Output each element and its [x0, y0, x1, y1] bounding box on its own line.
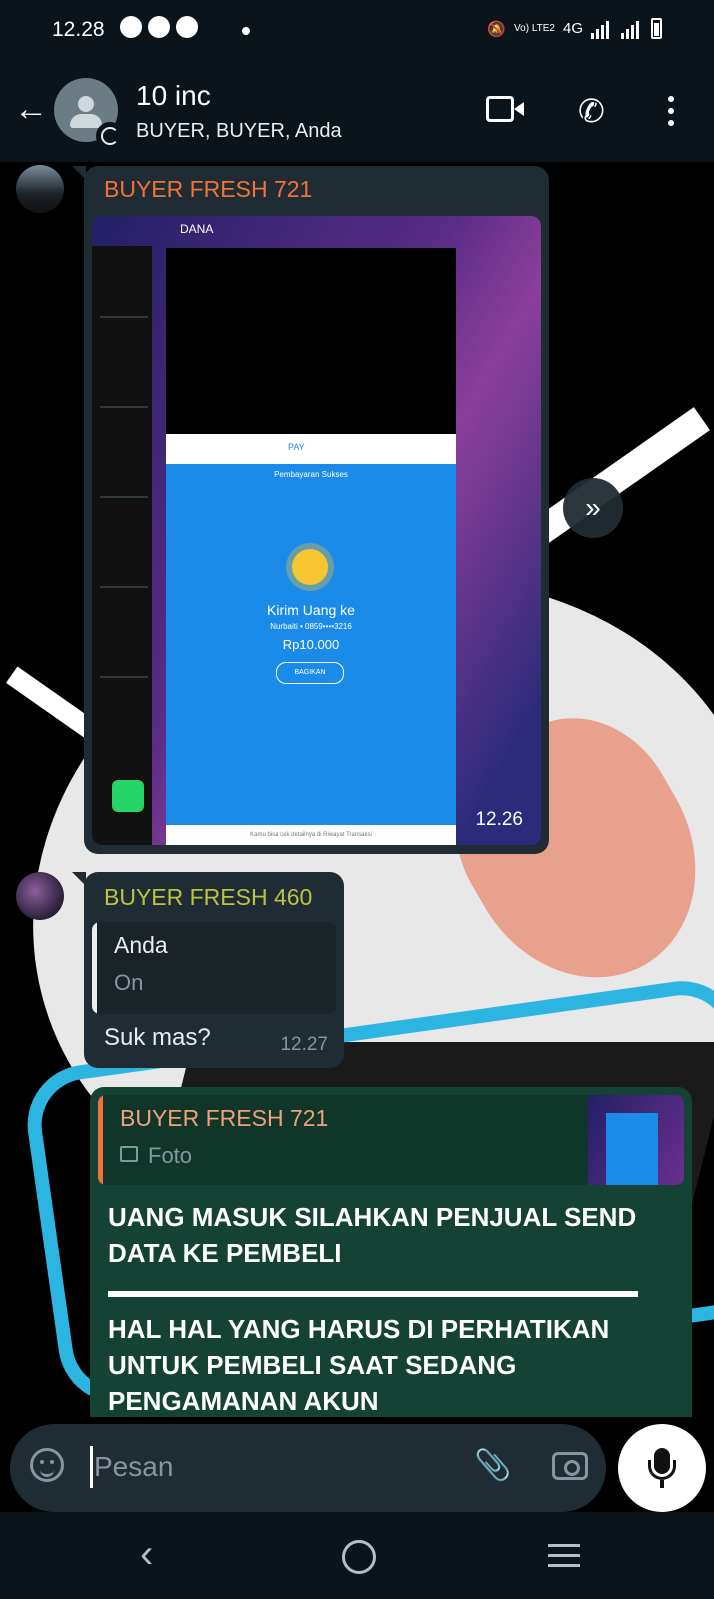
message-time: 12.27	[280, 1034, 328, 1055]
message-composer: 📎	[10, 1424, 606, 1512]
message-bubble-outgoing[interactable]: BUYER FRESH 721 Foto UANG MASUK SILAHKAN…	[90, 1087, 692, 1417]
bubble-tail	[72, 872, 86, 886]
divider	[100, 586, 148, 588]
network-type: 4G	[562, 20, 583, 37]
group-icon-body	[70, 114, 102, 128]
message-text: Suk mas?	[104, 1024, 211, 1051]
sender-name[interactable]: BUYER FRESH 460	[104, 884, 312, 911]
status-time: 12.28	[52, 18, 105, 41]
avatar[interactable]	[16, 165, 64, 213]
message-bubble-incoming[interactable]: BUYER FRESH 460 Anda On Suk mas? 12.27	[72, 872, 344, 1068]
divider	[100, 316, 148, 318]
battery-icon	[651, 18, 662, 39]
nav-home-icon[interactable]	[342, 1540, 376, 1574]
divider	[100, 496, 148, 498]
quoted-sender: BUYER FRESH 721	[120, 1105, 329, 1131]
quoted-text: On	[114, 970, 144, 995]
divider	[100, 676, 148, 678]
group-avatar[interactable]	[54, 78, 124, 150]
notification-icons	[120, 16, 198, 38]
quoted-text: Foto	[148, 1143, 193, 1168]
screenshot-footer: Kamu bisa cek detailnya di Riwayat Trans…	[166, 825, 456, 845]
screenshot-chat-list	[92, 246, 152, 845]
divider	[100, 406, 148, 408]
mute-icon: 🔕	[487, 20, 507, 38]
nav-recents-icon[interactable]	[548, 1544, 580, 1574]
wallpaper-shape	[530, 407, 710, 545]
image-attachment[interactable]: DANA PAY Pembayaran Sukses Kirim Uang ke…	[92, 216, 541, 845]
chat-header: ← 10 inc BUYER, BUYER, Anda ✆	[0, 62, 714, 162]
forward-icon[interactable]: »	[563, 478, 623, 538]
success-badge-icon	[292, 549, 328, 585]
microphone-stand	[648, 1460, 676, 1480]
quoted-image-thumbnail	[588, 1095, 684, 1185]
status-bar: 12.28 🔕 Vo) LTE2 4G	[0, 0, 714, 62]
quoted-sender: Anda	[114, 932, 168, 958]
chat-participants[interactable]: BUYER, BUYER, Anda	[136, 120, 342, 143]
system-nav-bar: ‹	[0, 1512, 714, 1599]
screenshot-share-button: BAGIKAN	[276, 662, 344, 684]
phone-icon[interactable]: ✆	[578, 92, 605, 130]
chat-notification-icon	[148, 16, 170, 38]
camera-icon[interactable]	[552, 1452, 588, 1480]
group-icon	[78, 96, 94, 112]
emoji-icon[interactable]	[30, 1448, 64, 1482]
message-input[interactable]	[92, 1444, 436, 1490]
photo-icon	[120, 1146, 138, 1162]
whatsapp-notification-icon	[120, 16, 142, 38]
signal-2-icon	[621, 19, 643, 39]
screenshot-pay-label: PAY	[288, 442, 305, 452]
thumbnail-content	[606, 1113, 658, 1185]
screenshot-app-label: DANA	[180, 222, 214, 236]
screenshot-heading: Kirim Uang ke	[267, 602, 355, 618]
quoted-message[interactable]: BUYER FRESH 721 Foto	[98, 1095, 684, 1185]
message-bubble-incoming[interactable]: BUYER FRESH 721 DANA PAY Pembayaran Suks…	[72, 166, 549, 854]
quote-bar	[98, 1095, 103, 1185]
message-text: HAL HAL YANG HARUS DI PERHATIKAN UNTUK P…	[108, 1314, 610, 1416]
arrow-left-icon[interactable]: ←	[14, 90, 48, 129]
microphone-stem	[660, 1480, 664, 1488]
screenshot-recipient: Nurbaiti • 0859••••3216	[270, 622, 352, 631]
avatar[interactable]	[16, 872, 64, 920]
video-call-icon[interactable]	[486, 96, 524, 122]
signal-1-icon	[591, 19, 613, 39]
nav-back-icon[interactable]: ‹	[140, 1532, 153, 1577]
message-time: 12.26	[475, 809, 523, 830]
screenshot-header: PAY	[166, 434, 456, 464]
quote-bar	[92, 922, 97, 1014]
message-text: UANG MASUK SILAHKAN PENJUAL SEND DATA KE…	[108, 1202, 637, 1268]
paperclip-icon[interactable]: 📎	[474, 1448, 511, 1483]
disappearing-timer-icon	[96, 122, 124, 150]
voice-message-button[interactable]	[618, 1424, 706, 1512]
sender-name[interactable]: BUYER FRESH 721	[104, 176, 312, 203]
status-right: 🔕 Vo) LTE2 4G	[487, 18, 662, 39]
screenshot-amount: Rp10.000	[282, 637, 340, 652]
screenshot-black-area	[166, 248, 456, 434]
volte-label: Vo) LTE2	[514, 23, 555, 34]
divider	[108, 1291, 638, 1297]
screenshot-payment-sheet: PAY Pembayaran Sukses Kirim Uang ke Nurb…	[166, 434, 456, 845]
business-notification-icon	[176, 16, 198, 38]
screenshot-green-button	[112, 780, 144, 812]
more-notifications-dot-icon	[242, 27, 250, 35]
quoted-message[interactable]: Anda On	[92, 922, 336, 1014]
screenshot-status: Pembayaran Sukses	[274, 470, 348, 479]
more-vertical-icon[interactable]	[668, 96, 674, 126]
bubble-tail	[72, 166, 86, 180]
chat-title[interactable]: 10 inc	[136, 80, 211, 112]
